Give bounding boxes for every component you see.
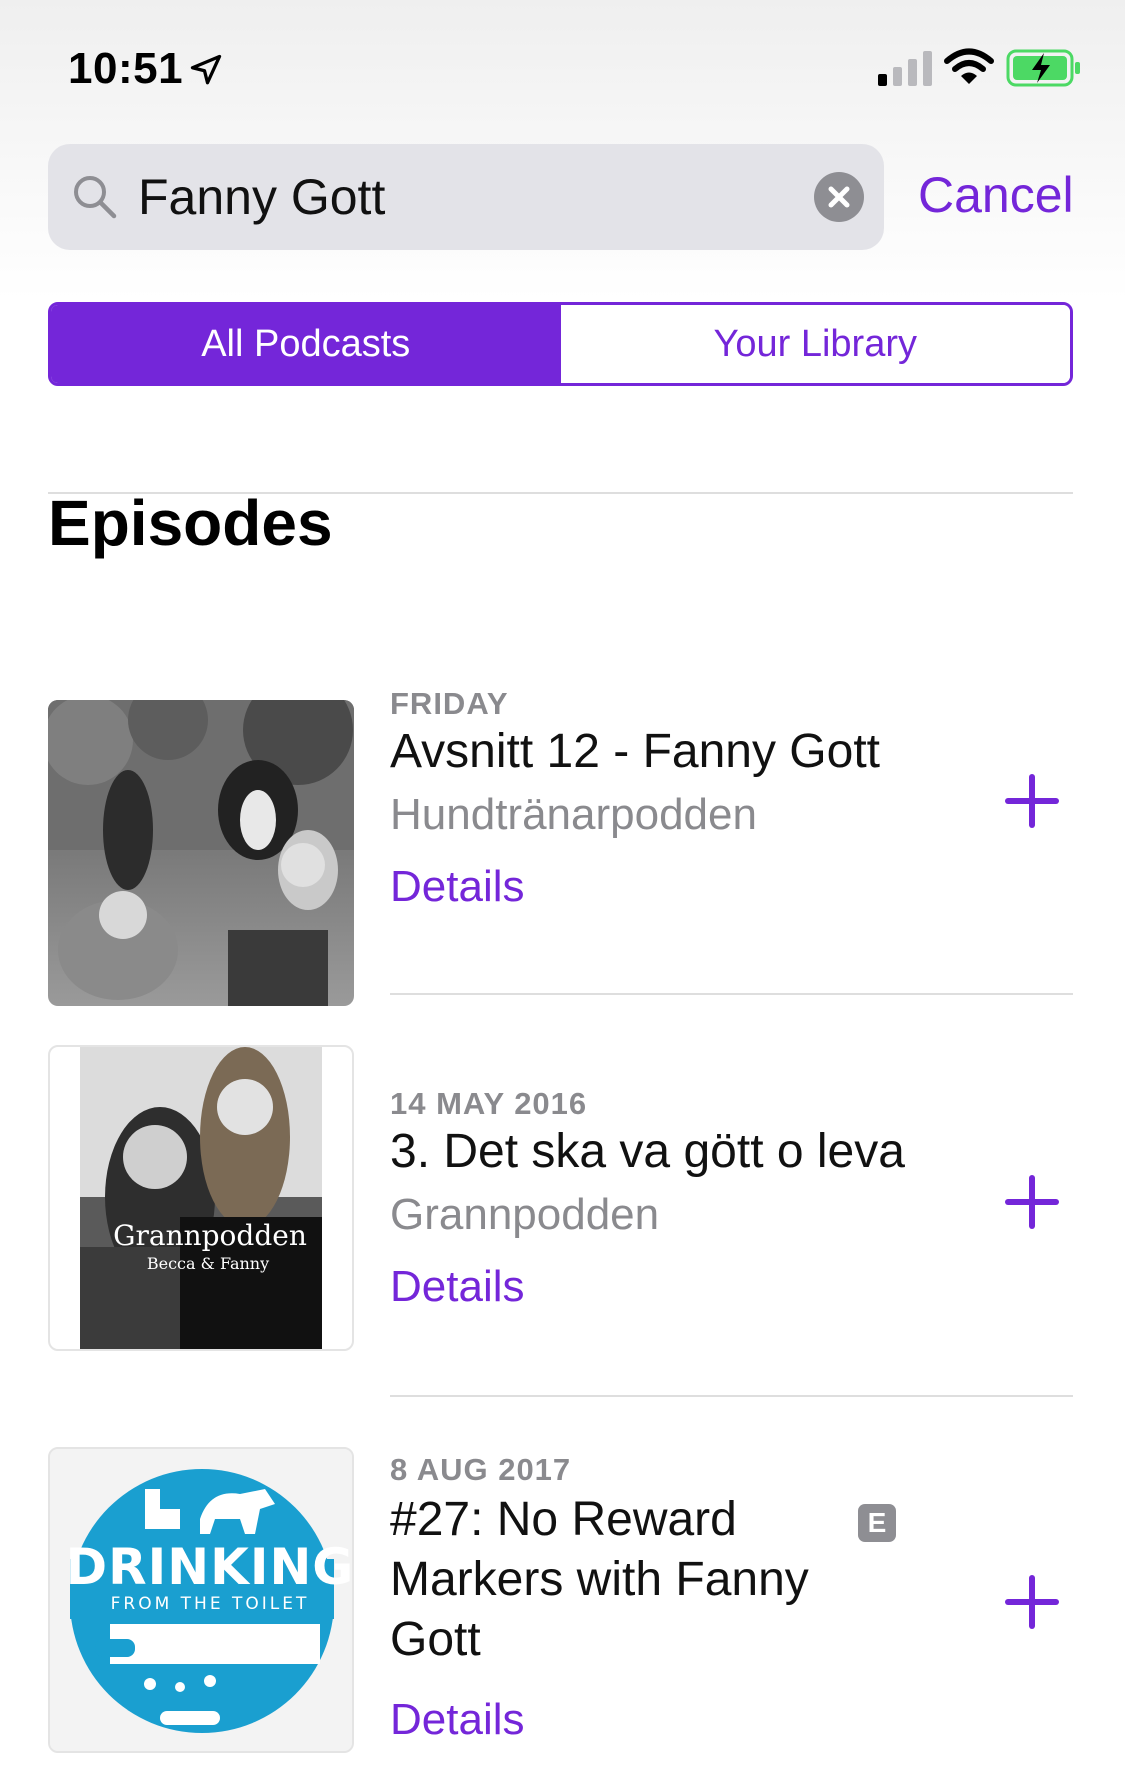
plus-icon[interactable]	[1004, 1174, 1060, 1230]
segment-your-library[interactable]: Your Library	[560, 305, 1070, 383]
hundtranarpodden-artwork	[48, 700, 354, 1006]
battery-charging-icon	[1006, 49, 1080, 87]
clear-icon	[828, 186, 850, 208]
episode-artwork[interactable]: Grannpodden Becca & Fanny	[48, 1045, 354, 1351]
episode-title: 3. Det ska va gött o leva	[390, 1125, 905, 1178]
episode-podcast-name: Grannpodden	[390, 1190, 660, 1239]
search-input[interactable]	[138, 166, 778, 228]
episode-title: #27: No Reward Markers with Fanny Gott	[390, 1493, 809, 1666]
episode-artwork[interactable]	[48, 700, 354, 1006]
artwork-subtitle: Becca & Fanny	[147, 1254, 269, 1273]
episode-podcast-name: Hundtränarpodden	[390, 790, 757, 839]
explicit-badge: E	[858, 1504, 896, 1542]
artwork-subtitle: FROM THE TOILET	[111, 1594, 310, 1614]
drinking-from-the-toilet-artwork: DRINKING FROM THE TOILET	[50, 1449, 352, 1751]
episode-date: 14 MAY 2016	[390, 1086, 588, 1121]
scope-segmented-control: All Podcasts Your Library	[48, 302, 1073, 386]
wifi-icon	[944, 48, 994, 84]
episode-details-link[interactable]: Details	[390, 1695, 525, 1745]
episode-date: FRIDAY	[390, 686, 509, 721]
search-field[interactable]	[48, 144, 884, 250]
section-title: Episodes	[48, 487, 333, 559]
artwork-title: Grannpodden	[113, 1219, 307, 1252]
segment-all-podcasts[interactable]: All Podcasts	[51, 305, 561, 383]
episode-artwork[interactable]: DRINKING FROM THE TOILET	[48, 1447, 354, 1753]
search-icon	[74, 176, 117, 219]
divider	[390, 1395, 1073, 1397]
status-bar: 10:51	[0, 0, 1125, 140]
divider	[390, 993, 1073, 995]
cellular-signal-icon	[878, 51, 932, 86]
cancel-button[interactable]: Cancel	[918, 166, 1074, 224]
artwork-title: DRINKING	[66, 1538, 352, 1596]
episode-title: Avsnitt 12 - Fanny Gott	[390, 725, 881, 778]
clear-search-button[interactable]	[814, 172, 864, 222]
episode-details-link[interactable]: Details	[390, 862, 525, 912]
episode-details-link[interactable]: Details	[390, 1262, 525, 1312]
grannpodden-artwork: Grannpodden Becca & Fanny	[80, 1047, 322, 1349]
plus-icon[interactable]	[1004, 773, 1060, 829]
episode-date: 8 AUG 2017	[390, 1452, 572, 1487]
location-arrow-icon	[190, 54, 222, 85]
status-time: 10:51	[68, 44, 184, 93]
plus-icon[interactable]	[1004, 1574, 1060, 1630]
